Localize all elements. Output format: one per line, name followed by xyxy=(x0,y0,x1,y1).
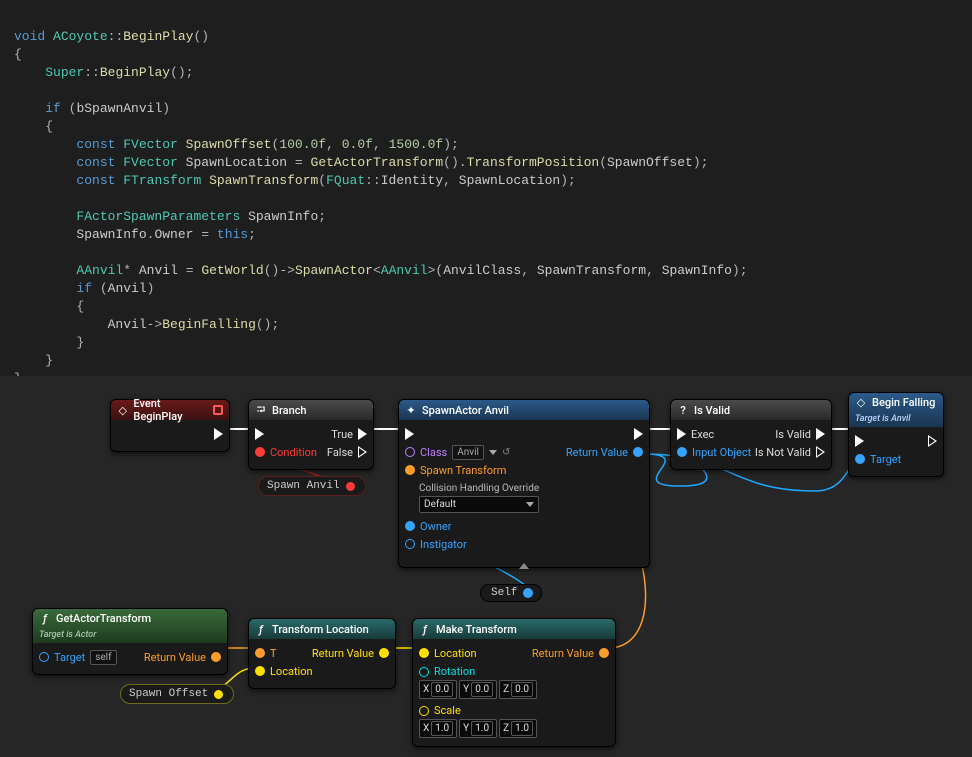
question-icon: ? xyxy=(677,404,689,416)
location-pin[interactable]: Location xyxy=(255,665,313,678)
node-maketransform[interactable]: ƒ Make Transform Location Return Value R… xyxy=(412,618,616,747)
node-header: ✦ SpawnActor Anvil xyxy=(399,400,649,420)
condition-pin[interactable]: Condition xyxy=(255,446,317,459)
node-header: ? Is Valid xyxy=(671,400,831,420)
location-pin[interactable]: Location xyxy=(419,647,477,660)
node-branch[interactable]: ⮒ Branch True Condition False xyxy=(248,399,374,470)
var-spawn-offset[interactable]: Spawn Offset xyxy=(120,684,234,704)
event-icon: ◇ xyxy=(117,404,128,416)
spawn-icon: ✦ xyxy=(405,404,417,416)
target-pin[interactable]: Target xyxy=(855,453,901,466)
node-subtitle: Target is Actor xyxy=(39,630,96,640)
exec-in-pin[interactable]: Exec xyxy=(677,428,714,441)
node-header: ƒ Make Transform xyxy=(413,619,615,639)
exec-in-pin[interactable] xyxy=(855,435,864,447)
blueprint-graph[interactable]: ◇ Event BeginPlay ⮒ Branch True Conditio… xyxy=(0,376,972,757)
node-header: ⮒ Branch xyxy=(249,400,373,420)
node-isvalid[interactable]: ? Is Valid Exec Is Valid Input Object Is… xyxy=(670,399,832,470)
function-icon: ƒ xyxy=(419,623,431,635)
node-event-beginplay[interactable]: ◇ Event BeginPlay xyxy=(110,399,230,452)
true-out-pin[interactable]: True xyxy=(331,428,367,441)
node-header: ◇ Event BeginPlay xyxy=(111,400,229,420)
node-header: ◇ Begin Falling Target is Anvil xyxy=(849,393,943,427)
function-icon: ƒ xyxy=(255,623,267,635)
node-title: Begin Falling xyxy=(872,396,935,409)
collision-label: Collision Handling Override xyxy=(419,483,643,494)
node-title: SpawnActor Anvil xyxy=(422,404,509,417)
node-beginfalling[interactable]: ◇ Begin Falling Target is Anvil Target xyxy=(848,392,944,477)
node-title: GetActorTransform xyxy=(56,612,151,625)
var-output-pin[interactable] xyxy=(214,690,223,699)
node-title: Make Transform xyxy=(436,623,517,636)
input-object-pin[interactable]: Input Object xyxy=(677,446,751,459)
node-getactortransform[interactable]: ƒ GetActorTransform Target is Actor Targe… xyxy=(32,608,228,675)
rotation-pin[interactable]: Rotation xyxy=(419,665,609,678)
return-value-pin[interactable]: Return Value xyxy=(144,651,221,664)
target-pin[interactable]: Target self xyxy=(39,650,117,665)
return-value-pin[interactable]: Return Value xyxy=(566,446,643,459)
expand-icon[interactable] xyxy=(519,563,529,569)
var-label: Spawn Offset xyxy=(129,688,208,700)
rotation-values[interactable]: X 0.0Y 0.0Z 0.0 xyxy=(419,680,609,699)
owner-pin[interactable]: Owner xyxy=(405,520,451,533)
isvalid-out-pin[interactable]: Is Valid xyxy=(775,428,825,441)
node-spawnactor[interactable]: ✦ SpawnActor Anvil Class Anvil ↺ Return … xyxy=(398,399,650,568)
t-pin[interactable]: T xyxy=(255,647,277,660)
node-header: ƒ Transform Location xyxy=(249,619,395,639)
scale-pin[interactable]: Scale xyxy=(419,704,609,717)
node-subtitle: Target is Anvil xyxy=(855,414,910,424)
stop-icon xyxy=(213,405,223,415)
return-value-pin[interactable]: Return Value xyxy=(532,647,609,660)
node-transformlocation[interactable]: ƒ Transform Location T Return Value Loca… xyxy=(248,618,396,689)
exec-out-pin[interactable] xyxy=(928,435,937,447)
node-title: Branch xyxy=(272,404,307,417)
instigator-pin[interactable]: Instigator xyxy=(405,538,467,551)
self-reference[interactable]: Self xyxy=(480,584,542,602)
node-header: ƒ GetActorTransform Target is Actor xyxy=(33,609,227,643)
isnotvalid-out-pin[interactable]: Is Not Valid xyxy=(755,446,825,459)
code-editor: void ACoyote::BeginPlay() { Super::Begin… xyxy=(0,0,972,398)
node-title: Is Valid xyxy=(694,404,730,417)
self-label: Self xyxy=(491,587,517,599)
scale-values[interactable]: X 1.0Y 1.0Z 1.0 xyxy=(419,719,609,738)
var-spawn-anvil[interactable]: Spawn Anvil xyxy=(258,476,366,496)
exec-out-pin[interactable] xyxy=(634,428,643,440)
class-pin[interactable]: Class Anvil ↺ xyxy=(405,445,510,460)
exec-in-pin[interactable] xyxy=(255,428,264,440)
diamond-icon: ◇ xyxy=(855,397,867,409)
function-icon: ƒ xyxy=(39,613,51,625)
node-title: Transform Location xyxy=(272,623,369,636)
false-out-pin[interactable]: False xyxy=(327,446,367,459)
self-output-pin[interactable] xyxy=(523,588,533,598)
exec-in-pin[interactable] xyxy=(405,428,414,440)
exec-out-pin[interactable] xyxy=(214,428,223,440)
spawn-transform-pin[interactable]: Spawn Transform xyxy=(405,464,506,477)
var-output-pin[interactable] xyxy=(346,482,355,491)
var-label: Spawn Anvil xyxy=(267,480,340,492)
return-value-pin[interactable]: Return Value xyxy=(312,647,389,660)
collision-dropdown[interactable]: Default xyxy=(419,496,643,513)
branch-icon: ⮒ xyxy=(255,404,267,416)
